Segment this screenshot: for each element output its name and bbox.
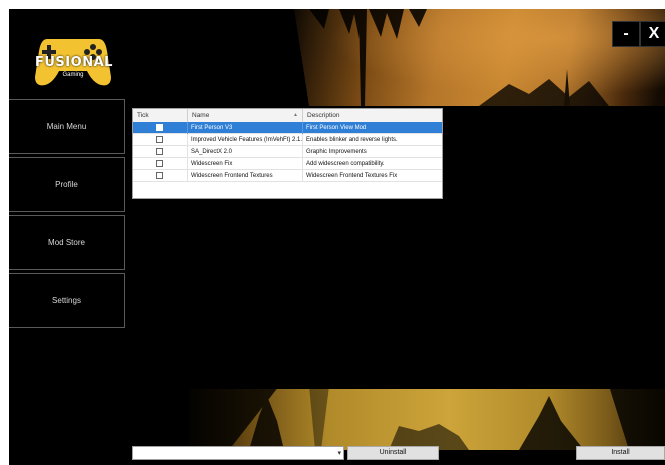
nav-settings-label: Settings [52,296,81,305]
nav-main-menu[interactable]: Main Menu [9,99,125,154]
header-banner: FUSIONAL Gaming - X [9,9,665,106]
logo-text: FUSIONAL [35,55,113,70]
minimize-button[interactable]: - [612,21,640,47]
column-header-name[interactable]: Name ▲ [188,109,303,122]
description-cell: Enables blinker and reverse lights. [306,137,398,143]
tick-checkbox[interactable] [156,136,163,143]
uninstall-button[interactable]: Uninstall [347,446,439,460]
nav-main-menu-label: Main Menu [46,122,87,131]
tick-checkbox[interactable] [156,172,163,179]
column-header-tick[interactable]: Tick [133,109,188,122]
tick-cell [133,134,188,146]
description-cell: First Person View Mod [306,125,367,131]
logo-subtext: Gaming [62,72,84,78]
nav-mod-store[interactable]: Mod Store [9,215,125,270]
table-row[interactable]: Improved Vehicle Features (ImVehFt) 2.1.… [133,134,442,146]
tick-checkbox[interactable] [156,148,163,155]
footer-banner [189,386,665,450]
column-header-name-label: Name [192,112,210,119]
palm-silhouette-graphic [189,386,665,450]
name-cell: Improved Vehicle Features (ImVehFt) 2.1.… [188,134,303,146]
column-header-description[interactable]: Description [303,109,442,122]
tick-checkbox[interactable] [156,160,163,167]
tick-checkbox[interactable] [156,124,163,131]
name-cell: SA_DirectX 2.0 [188,146,303,158]
nav-settings[interactable]: Settings [9,273,125,328]
fusional-gaming-logo: FUSIONAL Gaming [33,21,113,93]
description-cell: Add widescreen compatibility. [306,161,385,167]
nav-profile-label: Profile [55,180,78,189]
table-row[interactable]: Widescreen Frontend Textures Widescreen … [133,170,442,182]
mods-table: Tick Name ▲ Description First Person V3 … [132,108,443,199]
dropdown-arrow-icon: ▾ [337,450,341,457]
table-row[interactable]: SA_DirectX 2.0 Graphic Improvements [133,146,442,158]
app-window: FUSIONAL Gaming - X Main Menu Profile Mo… [9,9,665,465]
name-cell: First Person V3 [188,122,303,134]
tick-cell [133,146,188,158]
dropdown-value [133,455,136,462]
description-cell: Graphic Improvements [306,149,367,155]
name-cell: Widescreen Fix [188,158,303,170]
description-cell: Widescreen Frontend Textures Fix [306,173,398,179]
close-button[interactable]: X [640,21,665,47]
mod-select-dropdown[interactable]: ▾ [132,446,344,460]
table-row[interactable]: Widescreen Fix Add widescreen compatibil… [133,158,442,170]
nav-profile[interactable]: Profile [9,157,125,212]
sort-ascending-icon: ▲ [293,112,298,118]
install-button[interactable]: Install [576,446,665,460]
table-header: Tick Name ▲ Description [133,109,442,123]
tick-cell [133,170,188,182]
nav-mod-store-label: Mod Store [48,238,85,247]
table-row[interactable]: First Person V3 First Person View Mod [133,122,442,134]
name-cell: Widescreen Frontend Textures [188,170,303,182]
tick-cell [133,122,188,134]
tick-cell [133,158,188,170]
